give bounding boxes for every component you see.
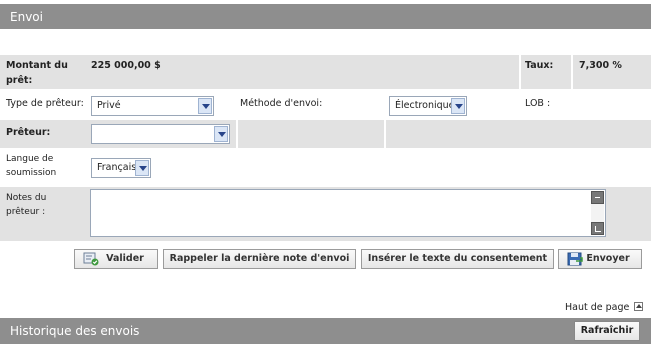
language-select[interactable]: Français xyxy=(91,158,151,178)
back-to-top-label: Haut de page xyxy=(565,302,630,313)
section-title: Envoi xyxy=(10,10,43,24)
amount-label: Montant du prêt: xyxy=(6,60,68,86)
validate-button[interactable]: Valider xyxy=(74,249,158,269)
insert-consent-button[interactable]: Insérer le texte du consentement xyxy=(361,249,554,269)
send-method-value: Électronique xyxy=(395,100,455,111)
history-title: Historique des envois xyxy=(10,324,140,338)
refresh-button[interactable]: Rafraîchir xyxy=(574,321,640,341)
amount-value: 225 000,00 $ xyxy=(91,60,161,71)
arrow-up-icon xyxy=(634,302,644,311)
lender-select[interactable] xyxy=(91,124,230,144)
rate-value: 7,300 % xyxy=(579,60,622,71)
send-icon xyxy=(567,252,583,266)
refresh-label: Rafraîchir xyxy=(580,325,634,336)
validate-icon xyxy=(83,252,99,266)
section-header: Envoi xyxy=(0,4,651,29)
recall-note-label: Rappeler la dernière note d'envoi xyxy=(169,253,350,264)
recall-note-button[interactable]: Rappeler la dernière note d'envoi xyxy=(163,249,356,269)
history-header: Historique des envois Rafraîchir xyxy=(0,318,651,344)
lender-label: Prêteur: xyxy=(6,127,51,138)
chevron-down-icon xyxy=(135,160,149,176)
send-method-select[interactable]: Électronique xyxy=(389,96,467,116)
scroll-down-icon[interactable] xyxy=(591,222,604,235)
notes-row: Notes du prêteur : xyxy=(0,187,651,241)
chevron-down-icon xyxy=(198,98,212,114)
lender-row: Prêteur: xyxy=(0,120,651,148)
language-label: Langue de soumission xyxy=(6,154,57,178)
notes-scrollbar[interactable] xyxy=(591,191,604,235)
rate-label: Taux: xyxy=(525,60,554,71)
lender-type-select[interactable]: Privé xyxy=(91,96,214,116)
chevron-down-icon xyxy=(214,126,228,142)
language-value: Français xyxy=(97,162,137,173)
lender-type-row: Type de prêteur: Privé Méthode d'envoi: … xyxy=(0,91,651,119)
notes-label: Notes du prêteur : xyxy=(6,193,47,217)
validate-label: Valider xyxy=(106,253,144,264)
insert-consent-label: Insérer le texte du consentement xyxy=(367,253,548,264)
chevron-down-icon xyxy=(451,98,465,114)
loan-amount-row: Montant du prêt: 225 000,00 $ Taux: 7,30… xyxy=(0,55,651,89)
lender-type-value: Privé xyxy=(97,100,121,111)
send-label: Envoyer xyxy=(586,253,630,264)
notes-textarea[interactable] xyxy=(90,189,606,237)
language-row: Langue de soumission Français xyxy=(0,150,651,186)
back-to-top-link[interactable]: Haut de page xyxy=(565,302,644,313)
send-button[interactable]: Envoyer xyxy=(558,249,642,269)
scroll-up-icon[interactable] xyxy=(591,191,604,204)
